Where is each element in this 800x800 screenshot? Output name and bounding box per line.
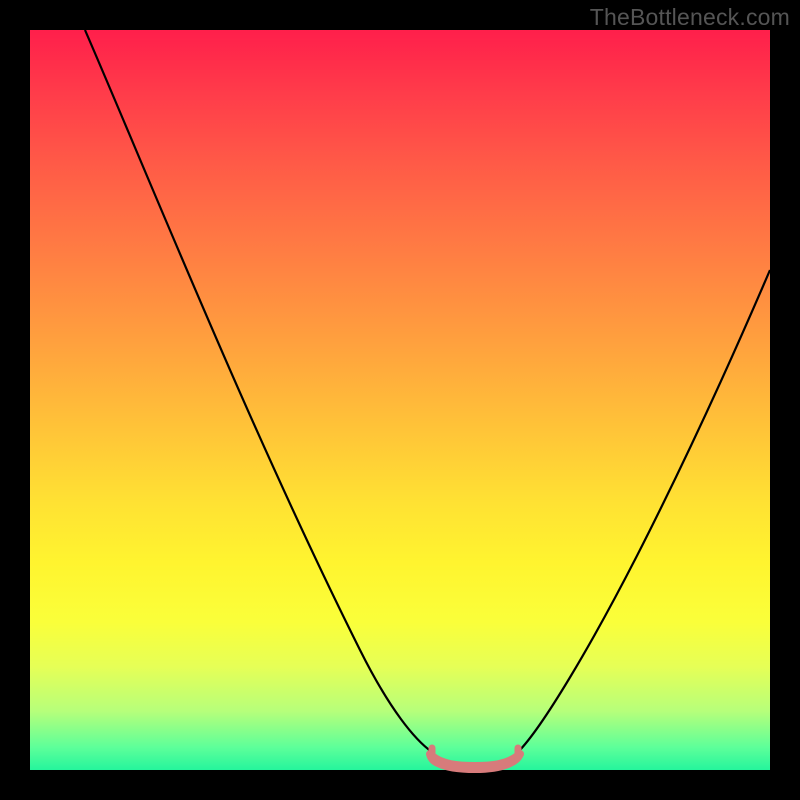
highlight-band — [430, 754, 520, 769]
plot-area — [30, 30, 770, 770]
watermark-label: TheBottleneck.com — [590, 4, 790, 31]
curve-svg — [30, 30, 770, 770]
bottleneck-curve-right — [518, 270, 770, 752]
bottleneck-curve-left — [85, 30, 432, 752]
chart-container: TheBottleneck.com — [0, 0, 800, 800]
